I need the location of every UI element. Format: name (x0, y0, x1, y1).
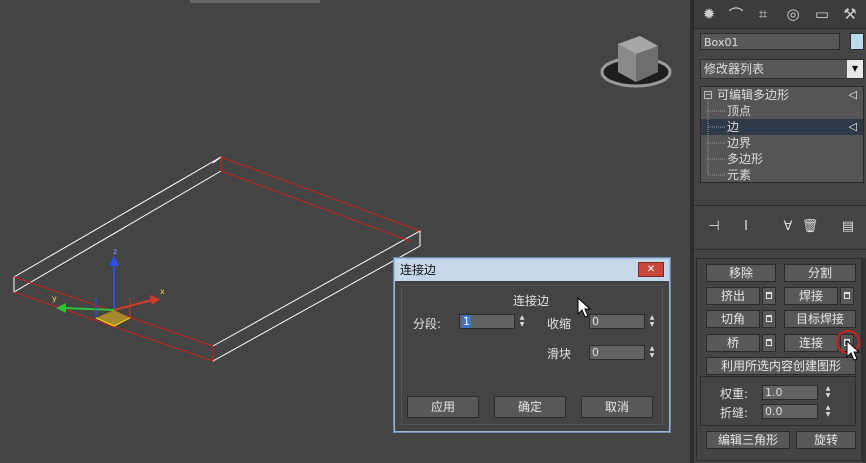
divider (694, 249, 866, 250)
segments-value: 1 (462, 315, 471, 328)
edit-triangulation-button[interactable]: 编辑三角形 (706, 431, 790, 449)
segments-spinner[interactable]: ▲ ▼ (517, 314, 527, 329)
object-color-swatch[interactable] (850, 33, 864, 50)
dialog-heading: 连接边 (513, 294, 550, 308)
weight-label: 权重: (720, 387, 749, 401)
configure-modifier-sets-icon[interactable]: ▤ (838, 218, 858, 236)
target-weld-button[interactable]: 目标焊接 (784, 310, 856, 328)
dialog-title-bar[interactable]: 连接边 ✕ (395, 259, 669, 281)
chamfer-button[interactable]: 切角 (706, 310, 760, 328)
remove-button[interactable]: 移除 (706, 264, 776, 282)
command-panel-scrollbar[interactable] (862, 258, 866, 463)
chamfer-settings-button[interactable] (762, 310, 776, 328)
ok-button[interactable]: 确定 (494, 396, 566, 418)
pinch-field[interactable]: 0 (589, 314, 645, 329)
selected-triangle-icon: ◁ (848, 120, 857, 133)
command-panel: ✹ ⌒ ⌗ ◎ ▭ ⚒ Box01 修改器列表 ▼ − 可编辑多边形 ◁ 顶点 … (694, 0, 866, 463)
utilities-tab-hammer-icon[interactable]: ⚒ (839, 3, 861, 25)
crease-label: 折缝: (720, 406, 749, 420)
pinch-spinner[interactable]: ▲ ▼ (647, 314, 657, 329)
connect-button[interactable]: 连接 (784, 334, 838, 352)
slide-label: 滑块 (547, 347, 572, 361)
slide-field[interactable]: 0 (589, 345, 645, 360)
modifier-stack[interactable]: − 可编辑多边形 ◁ 顶点 边 ◁ 边界 多边形 元素 (700, 86, 864, 183)
dialog-cursor-icon (577, 297, 591, 318)
crease-field[interactable]: 0.0 (762, 404, 818, 419)
segments-label: 分段: (413, 317, 442, 331)
modify-tab-icon[interactable]: ⌒ (725, 3, 747, 25)
stack-subobject-label: 多边形 (727, 152, 764, 166)
stack-tree-lines (707, 99, 725, 176)
divider (694, 205, 866, 206)
close-icon[interactable]: ✕ (638, 262, 664, 277)
hierarchy-tab-icon[interactable]: ⌗ (752, 3, 774, 25)
transform-gizmo (56, 256, 160, 327)
create-tab-sun-icon[interactable]: ✹ (698, 3, 720, 25)
connect-edges-dialog: 连接边 ✕ 连接边 分段: 1 ▲ ▼ 收缩 0 ▲ ▼ 滑块 0 ▲ ▼ 应用 确定… (394, 258, 670, 432)
turn-button[interactable]: 旋转 (796, 431, 856, 449)
mouse-cursor-icon (846, 340, 860, 361)
object-name-field[interactable]: Box01 (700, 33, 840, 50)
gizmo-y-label: y (52, 294, 57, 303)
dialog-title: 连接边 (400, 263, 437, 277)
command-panel-tabs: ✹ ⌒ ⌗ ◎ ▭ ⚒ (694, 0, 866, 29)
crease-spinner[interactable]: ▲ ▼ (823, 404, 833, 419)
extrude-settings-button[interactable] (762, 287, 776, 305)
gizmo-x-label: x (160, 287, 165, 296)
apply-button[interactable]: 应用 (407, 396, 479, 418)
weld-settings-button[interactable] (840, 287, 854, 305)
display-tab-icon[interactable]: ▭ (811, 3, 833, 25)
weight-field[interactable]: 1.0 (762, 385, 818, 400)
segments-field[interactable]: 1 (459, 314, 515, 329)
modifier-list-dropdown[interactable]: 修改器列表 ▼ (700, 59, 864, 79)
gizmo-z-label: z (113, 247, 117, 256)
cancel-button[interactable]: 取消 (581, 396, 653, 418)
extrude-button[interactable]: 挤出 (706, 287, 760, 305)
create-shape-from-selection-button[interactable]: 利用所选内容创建图形 (706, 357, 856, 375)
pinch-label: 收缩 (547, 317, 572, 331)
modifier-list-label: 修改器列表 (704, 62, 765, 76)
remove-modifier-icon[interactable]: 🗑 (800, 218, 820, 236)
weight-spinner[interactable]: ▲ ▼ (823, 385, 833, 400)
weld-button[interactable]: 焊接 (784, 287, 838, 305)
slide-spinner[interactable]: ▲ ▼ (647, 345, 657, 360)
bridge-button[interactable]: 桥 (706, 334, 760, 352)
bridge-settings-button[interactable] (762, 334, 776, 352)
pin-stack-icon[interactable]: ⊣ (704, 218, 724, 236)
show-end-result-icon[interactable]: Ⅰ (736, 218, 756, 236)
make-unique-icon[interactable]: ∀ (778, 218, 798, 236)
motion-tab-icon[interactable]: ◎ (782, 3, 804, 25)
stack-toolbar: ⊣ Ⅰ ∀ 🗑 ▤ (700, 216, 864, 238)
light-bulb-triangle-icon[interactable]: ◁ (849, 87, 857, 103)
box-object (13, 156, 421, 362)
chevron-down-icon[interactable]: ▼ (847, 60, 863, 78)
split-button[interactable]: 分割 (784, 264, 856, 282)
viewcube-icon (600, 36, 672, 88)
